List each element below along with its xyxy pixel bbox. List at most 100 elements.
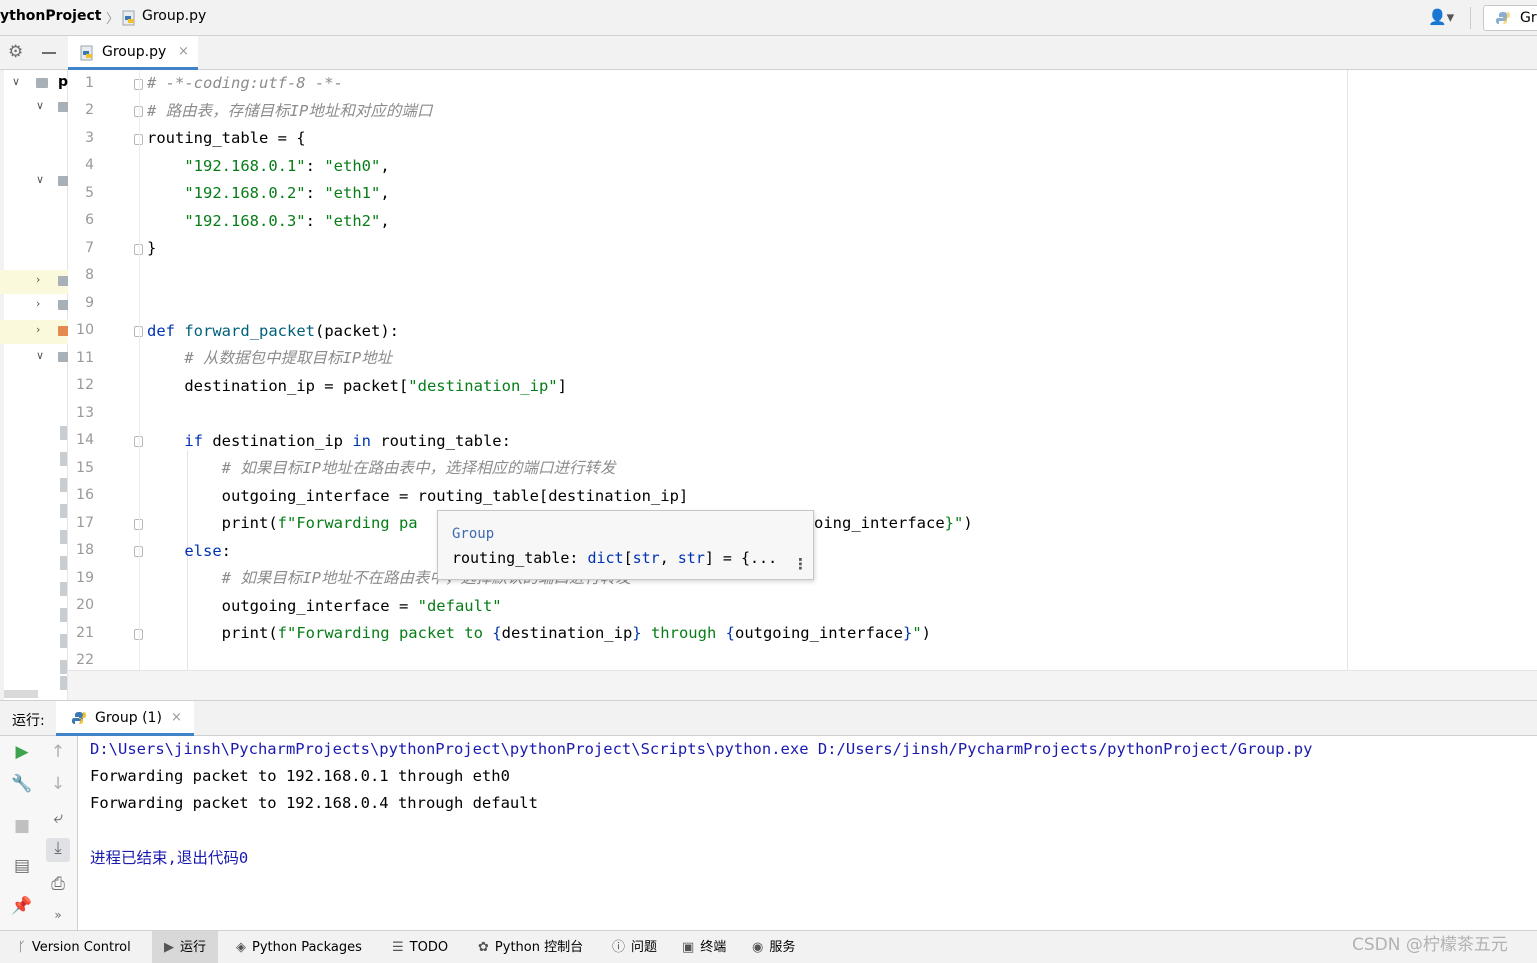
file-icon[interactable]	[60, 676, 67, 690]
tool-label: 服务	[769, 940, 796, 955]
python-icon	[1496, 12, 1510, 24]
run-console[interactable]: D:\Users\jinsh\PycharmProjects\pythonPro…	[78, 736, 1537, 930]
tooltip-module-link[interactable]: Group	[452, 526, 494, 542]
project-scrollbar[interactable]	[0, 70, 4, 700]
tree-item[interactable]: ›	[0, 270, 70, 294]
tool-python-packages[interactable]: ◈ Python Packages	[236, 931, 362, 963]
file-icon[interactable]	[60, 478, 67, 492]
comment: # 从数据包中提取目标IP地址	[184, 349, 393, 367]
folder-icon	[36, 78, 48, 88]
chevron-right-icon[interactable]: ›	[36, 273, 40, 286]
tool-todo[interactable]: ☰ TODO	[392, 931, 448, 963]
pin-icon[interactable]: 📌	[10, 896, 34, 916]
python-file-icon	[80, 45, 93, 61]
run-tab-group[interactable]: Group (1) ×	[56, 701, 194, 736]
file-icon[interactable]	[60, 660, 67, 674]
more-options-icon[interactable]: ⋮	[793, 555, 808, 573]
services-icon: ◉	[752, 940, 764, 955]
run-configuration-selector[interactable]: Gr	[1483, 5, 1537, 31]
code-text: )	[963, 514, 973, 532]
code-line-12: destination_ip = packet["destination_ip"…	[147, 373, 567, 400]
tree-item[interactable]: ∨	[0, 170, 70, 194]
comment: # 如果目标IP地址在路由表中，选择相应的端口进行转发	[221, 459, 616, 477]
tree-item[interactable]: ›	[0, 320, 70, 344]
scroll-to-end-icon[interactable]: ⤓	[46, 838, 70, 862]
code-line-2: # 路由表，存储目标IP地址和对应的端口	[147, 98, 432, 125]
code-editor[interactable]: # -*-coding:utf-8 -*- # 路由表，存储目标IP地址和对应的…	[147, 70, 1347, 670]
string-literal: "192.168.0.1"	[184, 157, 306, 175]
project-tool-window: ∨ p ∨ ∨ › › › ∨	[0, 70, 70, 700]
code-text: destination_ip	[203, 432, 353, 450]
tool-label: 运行	[180, 940, 207, 955]
print-icon[interactable]: ⎙	[46, 874, 70, 894]
layout-icon[interactable]: ▤	[10, 856, 34, 876]
file-icon[interactable]	[60, 634, 67, 648]
format-brace: }	[902, 624, 913, 642]
line-number: 4	[85, 157, 94, 173]
rerun-icon[interactable]: ▶	[10, 742, 34, 762]
code-text: print(	[221, 514, 278, 532]
editor-horizontal-scroll-area[interactable]	[68, 670, 1537, 700]
line-number: 2	[85, 102, 94, 118]
code-line-17: print(f"Forwarding pa	[147, 510, 418, 537]
wrench-icon[interactable]: 🔧	[10, 774, 34, 794]
tool-window-bar: ᚴ Version Control ▶ 运行 ◈ Python Packages ☰ T…	[0, 930, 1537, 963]
close-icon[interactable]: ×	[178, 44, 189, 59]
file-icon[interactable]	[60, 582, 67, 596]
tool-run[interactable]: ▶ 运行	[152, 931, 219, 963]
function-name: forward_packet	[184, 322, 315, 340]
chevron-down-icon[interactable]: ∨	[12, 75, 20, 88]
soft-wrap-icon[interactable]: ⤶	[46, 808, 70, 828]
breadcrumb-file[interactable]: Group.py	[142, 8, 206, 24]
tool-terminal[interactable]: ▣ 终端	[682, 931, 726, 963]
code-line-5: "192.168.0.2": "eth1",	[184, 184, 390, 202]
string-literal: "destination_ip"	[408, 377, 558, 395]
arrow-up-icon[interactable]: ↑	[46, 742, 70, 762]
file-icon[interactable]	[60, 426, 67, 440]
project-root-label[interactable]: p	[58, 74, 68, 90]
file-icon[interactable]	[60, 504, 67, 518]
tree-item[interactable]: ∨	[0, 346, 70, 370]
file-icon[interactable]	[60, 556, 67, 570]
quick-documentation-popup[interactable]: Group routing_table: dict[str, str] = {.…	[437, 510, 814, 580]
python-console-icon: ✿	[478, 940, 489, 955]
file-icon[interactable]	[60, 452, 67, 466]
string-literal: "default"	[417, 597, 502, 615]
signature-text: ] = {...	[704, 549, 778, 567]
string-literal: "192.168.0.2"	[184, 184, 306, 202]
tool-python-console[interactable]: ✿ Python 控制台	[478, 931, 583, 963]
chevron-right-icon[interactable]: ›	[36, 297, 40, 310]
tool-services[interactable]: ◉ 服务	[752, 931, 795, 963]
arrow-down-icon[interactable]: ↓	[46, 774, 70, 794]
breadcrumb-project[interactable]: ythonProject	[0, 8, 101, 24]
line-number: 7	[85, 240, 94, 256]
tree-item[interactable]: ›	[0, 294, 70, 318]
stop-icon[interactable]: ■	[10, 816, 34, 836]
user-account-icon[interactable]: 👤▾	[1428, 8, 1454, 26]
editor-tab-group-py[interactable]: Group.py ×	[68, 36, 198, 70]
close-icon[interactable]: ×	[171, 710, 182, 725]
format-brace: {	[725, 624, 735, 642]
tool-problems[interactable]: ⓘ 问题	[612, 931, 657, 963]
chevron-down-icon[interactable]: ∨	[36, 173, 44, 186]
line-number: 11	[76, 350, 94, 366]
tool-version-control[interactable]: ᚴ Version Control	[18, 931, 131, 963]
format-brace: {	[492, 624, 502, 642]
run-configuration-label: Gr	[1520, 10, 1537, 26]
line-number: 22	[76, 652, 94, 668]
chevron-down-icon[interactable]: ∨	[36, 99, 44, 112]
project-scroll-thumb[interactable]	[4, 690, 38, 698]
file-icon[interactable]	[60, 608, 67, 622]
chevron-right-icon[interactable]: ›	[36, 323, 40, 336]
gear-icon[interactable]: ⚙	[8, 42, 23, 62]
minimize-icon[interactable]	[42, 52, 56, 54]
format-brace: }	[632, 624, 642, 642]
more-actions-icon[interactable]: »	[46, 908, 70, 922]
chevron-down-icon[interactable]: ∨	[36, 349, 44, 362]
editor-gutter[interactable]: 1 2 3 4 5 6 7 8 9 10 11 12 13 14 15 16 1…	[68, 70, 143, 670]
line-number: 10	[76, 322, 94, 338]
file-icon[interactable]	[60, 530, 67, 544]
code-line-15: # 如果目标IP地址在路由表中，选择相应的端口进行转发	[147, 455, 616, 482]
line-number: 8	[85, 267, 94, 283]
tree-item[interactable]: ∨	[0, 96, 70, 120]
